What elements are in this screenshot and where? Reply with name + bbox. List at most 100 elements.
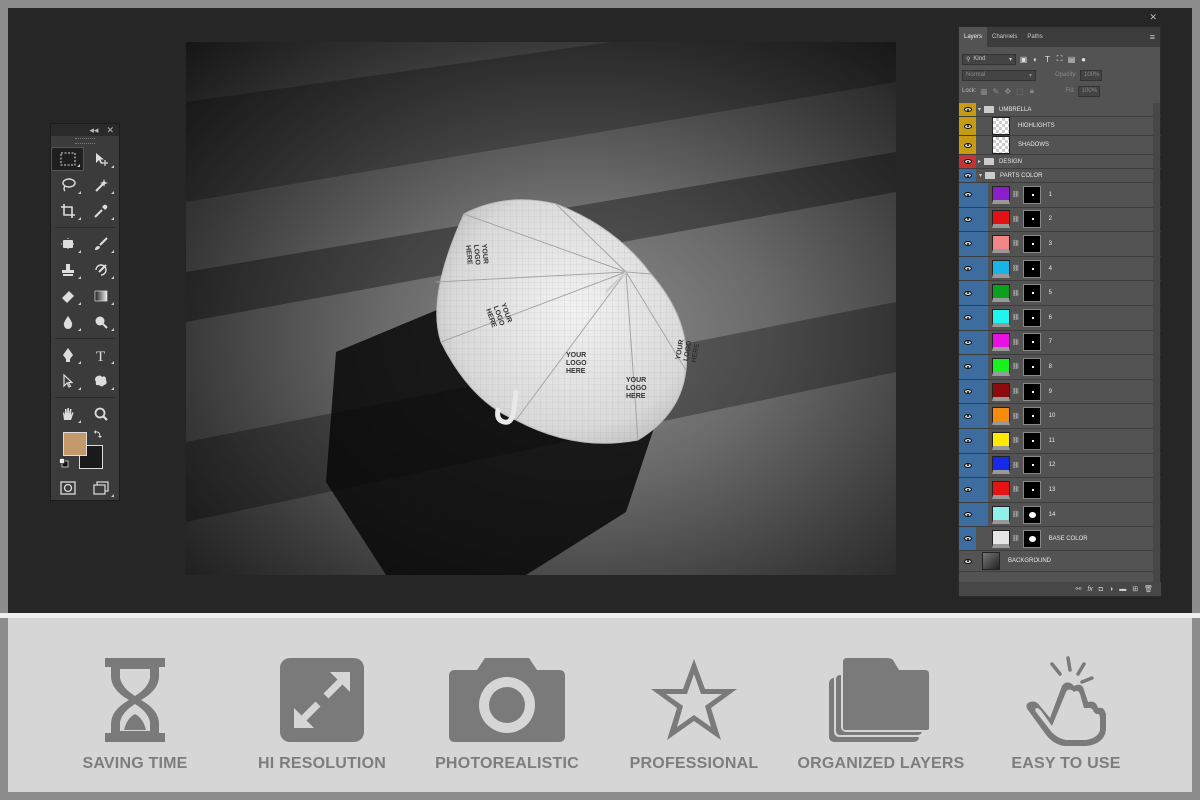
- link-icon[interactable]: ⛓: [1012, 486, 1020, 493]
- document-canvas[interactable]: YOUR LOGO HERE YOUR LOGO HERE YOUR LOGO …: [186, 42, 896, 575]
- layer-row[interactable]: BACKGROUND: [959, 551, 1161, 573]
- layer-row[interactable]: HIGHLIGHTS: [959, 117, 1161, 136]
- layer-row[interactable]: ⛓ 3: [959, 232, 1161, 257]
- spot-healing-tool[interactable]: [51, 232, 84, 256]
- close-icon[interactable]: ✕: [106, 125, 114, 136]
- rectangular-marquee-tool[interactable]: [51, 147, 84, 171]
- lock-paint-icon[interactable]: ✎: [991, 87, 1000, 96]
- layer-row[interactable]: ⛓ 5: [959, 281, 1161, 306]
- layer-row[interactable]: ⛓ 8: [959, 355, 1161, 380]
- foreground-color-swatch[interactable]: [63, 432, 87, 456]
- visibility-toggle[interactable]: [959, 355, 976, 379]
- hand-tool[interactable]: [51, 402, 84, 426]
- panel-menu-icon[interactable]: ≡: [1150, 27, 1160, 47]
- swap-colors-icon[interactable]: [93, 429, 103, 439]
- opacity-input[interactable]: 100%: [1080, 69, 1103, 81]
- add-mask-icon[interactable]: ◘: [1099, 586, 1103, 593]
- type-tool[interactable]: T: [84, 343, 117, 367]
- layer-style-icon[interactable]: fx: [1087, 586, 1092, 593]
- visibility-toggle[interactable]: [959, 305, 976, 330]
- eyedropper-tool[interactable]: [84, 199, 117, 223]
- filter-kind-select[interactable]: ⚲ Kind ▾: [962, 53, 1016, 65]
- layer-mask-thumbnail[interactable]: [1022, 284, 1041, 303]
- link-icon[interactable]: ⛓: [1012, 191, 1020, 198]
- layer-row[interactable]: ▾ PARTS COLOR: [959, 169, 1161, 183]
- chevron-down-icon[interactable]: ▾: [979, 172, 982, 179]
- link-icon[interactable]: ⛓: [1012, 363, 1020, 370]
- link-icon[interactable]: ⛓: [1012, 388, 1020, 395]
- visibility-toggle[interactable]: [959, 502, 976, 527]
- zoom-tool[interactable]: [84, 402, 117, 426]
- type-filter-icon[interactable]: T: [1043, 55, 1052, 64]
- tab-paths[interactable]: Paths: [1022, 27, 1047, 47]
- visibility-toggle[interactable]: [959, 207, 976, 232]
- new-group-icon[interactable]: ▬: [1119, 586, 1126, 593]
- visibility-toggle[interactable]: [959, 183, 976, 207]
- new-layer-icon[interactable]: ⊞: [1132, 585, 1138, 593]
- layer-mask-thumbnail[interactable]: [1022, 529, 1041, 548]
- gradient-tool[interactable]: [84, 284, 117, 308]
- layers-scrollbar[interactable]: [1153, 103, 1160, 583]
- screen-mode-button[interactable]: [84, 476, 117, 500]
- link-icon[interactable]: ⛓: [1012, 339, 1020, 346]
- brush-tool[interactable]: [84, 232, 117, 256]
- visibility-toggle[interactable]: [959, 330, 976, 355]
- visibility-toggle[interactable]: [959, 169, 976, 182]
- visibility-toggle[interactable]: [959, 155, 976, 168]
- link-layers-icon[interactable]: ⚯: [1075, 585, 1081, 593]
- path-selection-tool[interactable]: [51, 369, 84, 393]
- visibility-toggle[interactable]: [959, 527, 976, 551]
- adjustment-filter-icon[interactable]: ◐: [1031, 55, 1040, 64]
- collapse-icon[interactable]: ◂◂: [89, 125, 98, 136]
- layer-row[interactable]: ⛓ 2: [959, 207, 1161, 233]
- link-icon[interactable]: ⛓: [1012, 216, 1020, 223]
- layer-row[interactable]: ⛓ 7: [959, 330, 1161, 356]
- filter-toggle-icon[interactable]: ●: [1079, 55, 1088, 64]
- layer-row[interactable]: ▾ UMBRELLA: [959, 103, 1161, 117]
- dodge-tool[interactable]: [84, 310, 117, 334]
- layer-mask-thumbnail[interactable]: [1022, 185, 1041, 204]
- history-brush-tool[interactable]: [84, 258, 117, 282]
- move-tool[interactable]: [84, 147, 117, 171]
- layer-mask-thumbnail[interactable]: [1022, 456, 1041, 475]
- layer-row[interactable]: ⛓ 1: [959, 183, 1161, 208]
- smart-filter-icon[interactable]: ▤: [1067, 55, 1076, 64]
- magic-wand-tool[interactable]: [84, 173, 117, 197]
- layer-row[interactable]: ⛓ 10: [959, 404, 1161, 429]
- custom-shape-tool[interactable]: [84, 369, 117, 393]
- layer-mask-thumbnail[interactable]: [1022, 234, 1041, 253]
- layer-row[interactable]: ▸ DESIGN: [959, 155, 1161, 169]
- layer-mask-thumbnail[interactable]: [1022, 210, 1041, 229]
- pen-tool[interactable]: [51, 343, 84, 367]
- visibility-toggle[interactable]: [959, 136, 976, 154]
- layer-mask-thumbnail[interactable]: [1022, 308, 1041, 327]
- visibility-toggle[interactable]: [959, 379, 976, 404]
- layer-mask-thumbnail[interactable]: [1022, 505, 1041, 524]
- layer-mask-thumbnail[interactable]: [1022, 431, 1041, 450]
- visibility-toggle[interactable]: [959, 256, 976, 281]
- chevron-down-icon[interactable]: ▾: [978, 106, 981, 113]
- visibility-toggle[interactable]: [959, 478, 976, 502]
- link-icon[interactable]: ⛓: [1012, 462, 1020, 469]
- layer-mask-thumbnail[interactable]: [1022, 333, 1041, 352]
- lock-artboard-icon[interactable]: ⬚: [1015, 87, 1024, 96]
- visibility-toggle[interactable]: [959, 404, 976, 428]
- link-icon[interactable]: ⛓: [1012, 290, 1020, 297]
- tab-layers[interactable]: Layers: [959, 27, 988, 47]
- layer-row[interactable]: ⛓ BASE COLOR: [959, 527, 1161, 552]
- shape-filter-icon[interactable]: ⛶: [1055, 54, 1064, 64]
- quick-mask-button[interactable]: [51, 476, 84, 500]
- pixel-filter-icon[interactable]: ▣: [1019, 55, 1028, 64]
- layer-mask-thumbnail[interactable]: [1022, 259, 1041, 278]
- layer-mask-thumbnail[interactable]: [1022, 357, 1041, 376]
- panel-grip[interactable]: [75, 138, 95, 144]
- layer-row[interactable]: ⛓ 9: [959, 379, 1161, 405]
- lock-all-icon[interactable]: 🔒︎: [1027, 86, 1036, 96]
- layers-close-icon[interactable]: ✕: [1149, 12, 1157, 23]
- link-icon[interactable]: ⛓: [1012, 240, 1020, 247]
- blend-mode-select[interactable]: Normal ▾: [962, 69, 1036, 81]
- lock-position-icon[interactable]: ✥: [1003, 87, 1012, 96]
- link-icon[interactable]: ⛓: [1012, 511, 1020, 518]
- link-icon[interactable]: ⛓: [1012, 535, 1020, 542]
- layer-row[interactable]: ⛓ 6: [959, 305, 1161, 331]
